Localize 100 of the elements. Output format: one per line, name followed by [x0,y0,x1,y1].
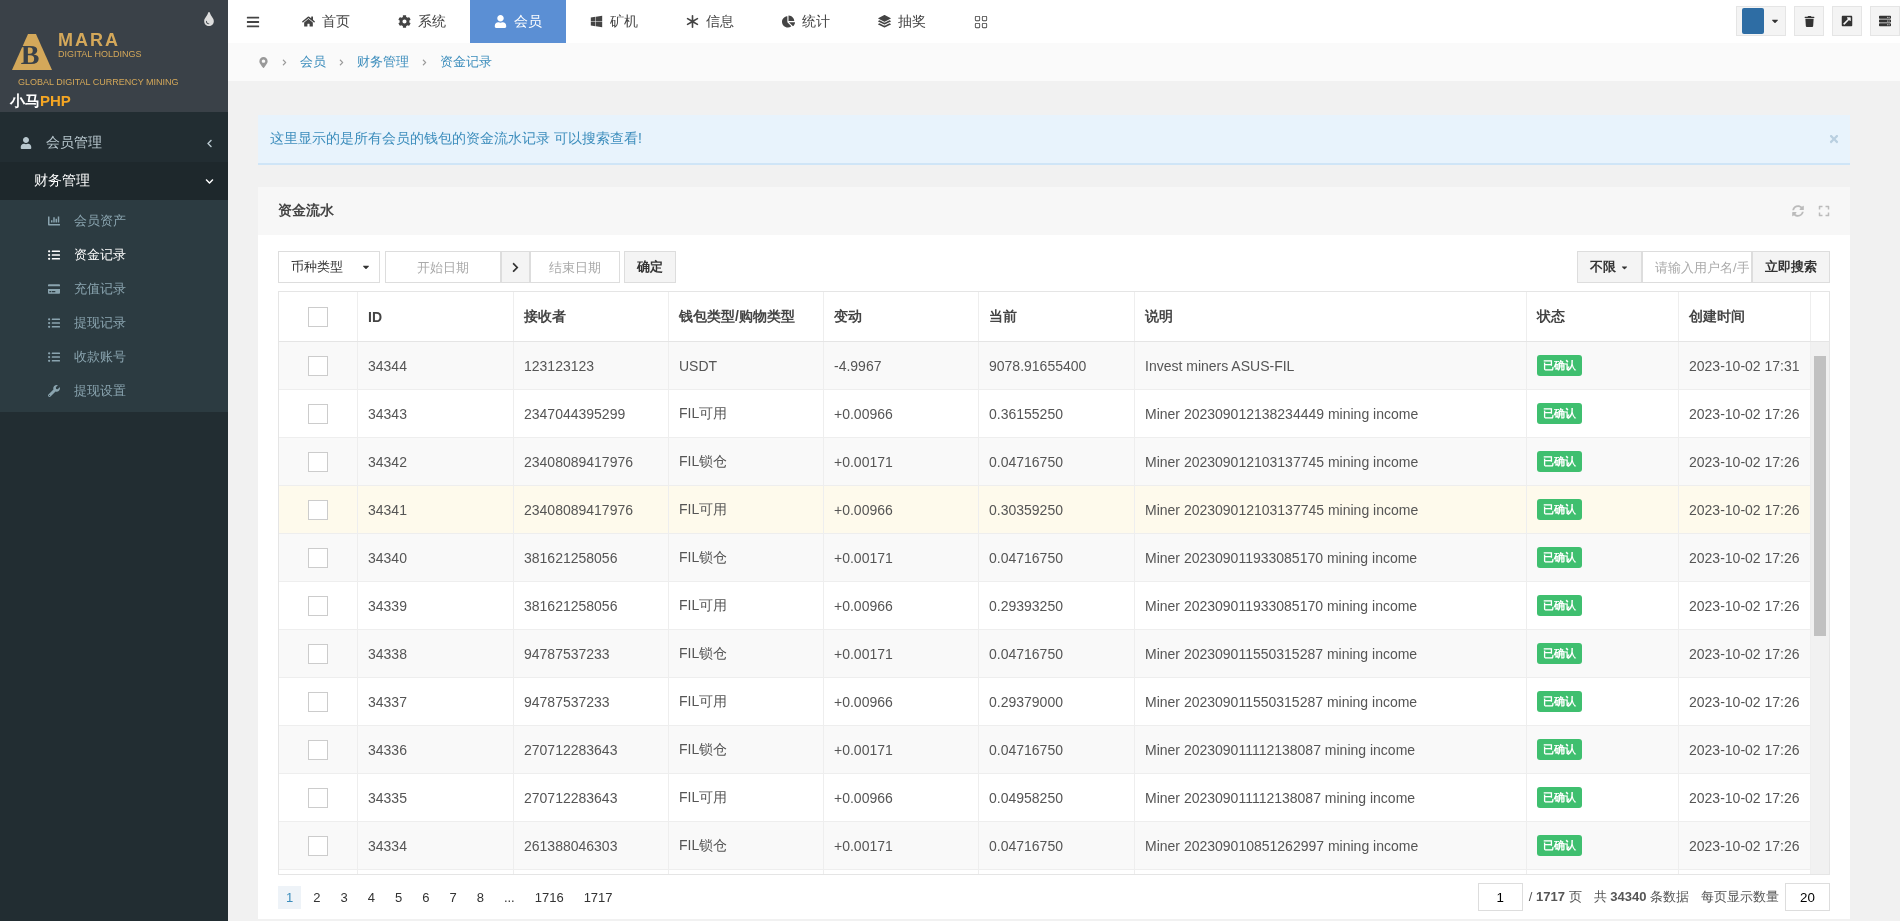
row-checkbox[interactable] [308,739,328,760]
sidebar-submenu-item[interactable]: 提现记录 [0,306,228,340]
close-icon[interactable] [1828,133,1840,145]
page-size-field[interactable]: 20 [1785,883,1830,911]
row-checkbox[interactable] [308,451,328,472]
table-cell: 0.04716750 [979,534,1135,581]
page-link[interactable]: ... [495,885,523,909]
table-cell: Miner 202309012138234449 mining income [1135,390,1527,437]
user-icon [494,15,507,28]
row-checkbox[interactable] [308,595,328,616]
nav-tab[interactable]: 信息 [662,0,758,43]
breadcrumb-link[interactable]: 财务管理 [357,53,409,71]
column-header: 钱包类型/购物类型 [669,292,824,341]
row-checkbox[interactable] [308,355,328,376]
table-cell: Miner 202309011550315287 mining income [1135,630,1527,677]
table-cell: -4.9967 [824,342,979,389]
table-cell: 0.04716750 [979,438,1135,485]
table-cell: +0.00966 [824,774,979,821]
total-records-text: 共 34340 条数据 [1593,888,1689,906]
table-cell: 0.30359250 [979,486,1135,533]
column-header: 说明 [1135,292,1527,341]
page-link[interactable]: 3 [332,885,356,909]
nav-tab[interactable]: 矿机 [566,0,662,43]
table-cell: 270712283643 [514,774,669,821]
table-cell: 0.04958250 [979,774,1135,821]
chevron-icon [281,58,288,66]
page-size-label: 每页显示数量 [1701,888,1779,906]
table-cell: +0.00966 [824,486,979,533]
scope-dropdown[interactable]: 不限 [1577,251,1642,283]
delete-icon[interactable] [1794,6,1824,36]
refresh-icon[interactable] [1792,205,1804,217]
row-checkbox[interactable] [308,499,328,520]
page-link[interactable]: 4 [359,885,383,909]
table-cell: 34335 [358,774,514,821]
status-badge: 已确认 [1537,643,1582,664]
sidebar-submenu-item[interactable]: 充值记录 [0,272,228,306]
breadcrumb-link[interactable]: 会员 [300,53,326,71]
select-all-checkbox[interactable] [308,306,328,327]
sidebar-submenu-item[interactable]: 提现设置 [0,374,228,408]
column-header: 当前 [979,292,1135,341]
table-cell: +0.00171 [824,438,979,485]
list-icon [48,249,60,261]
gear-icon [398,15,411,28]
row-checkbox[interactable] [308,547,328,568]
row-checkbox[interactable] [308,835,328,856]
confirm-button[interactable]: 确定 [624,251,676,283]
page-link[interactable]: 6 [414,885,438,909]
theme-toggle-icon[interactable] [202,12,216,26]
end-date-field[interactable]: 结束日期 [530,251,620,283]
page-link[interactable]: 8 [468,885,492,909]
table-cell: 381621258056 [514,582,669,629]
sidebar-submenu-item[interactable]: 收款账号 [0,340,228,374]
table-cell: 9078.91655400 [979,342,1135,389]
nav-tab[interactable]: 抽奖 [854,0,950,43]
start-date-field[interactable]: 开始日期 [385,251,501,283]
column-header: 创建时间 [1679,292,1811,341]
page-link[interactable]: 1717 [575,885,621,909]
table-cell: 270712283643 [514,726,669,773]
table-cell: +0.00966 [824,582,979,629]
table-cell: Miner 202309011112138087 mining income [1135,726,1527,773]
table-cell: Invest miners ASUS-FIL [1135,342,1527,389]
page-link[interactable]: 5 [386,885,411,909]
sidebar-menu-item[interactable]: 会员管理 [0,124,228,162]
table-cell: FIL锁仓 [669,630,824,677]
table-cell: 94787537233 [514,678,669,725]
table-cell: 34344 [358,342,514,389]
table-cell: FIL可用 [669,774,824,821]
chevron-icon [338,58,345,66]
currency-select[interactable]: 币种类型 [278,251,380,283]
page-link[interactable]: 2 [305,885,329,909]
product-name: 小马PHP [10,92,71,111]
page-link[interactable]: 7 [441,885,465,909]
avatar-menu[interactable] [1736,6,1786,36]
table-cell: FIL可用 [669,390,824,437]
stack-icon [878,15,891,28]
nav-tab[interactable]: 统计 [758,0,854,43]
server-icon[interactable] [1870,6,1900,36]
page-link[interactable]: 1716 [526,885,572,909]
nav-tab[interactable]: 系统 [374,0,470,43]
table-cell: USDT [669,342,824,389]
fullscreen-icon[interactable] [1818,205,1830,217]
nav-tab[interactable]: 首页 [278,0,374,43]
breadcrumb-link[interactable]: 资金记录 [440,53,492,71]
list-icon [48,351,60,363]
external-link-icon[interactable] [1832,6,1862,36]
table-cell: 0.04716750 [979,630,1135,677]
row-checkbox[interactable] [308,787,328,808]
row-checkbox[interactable] [308,691,328,712]
search-button[interactable]: 立即搜索 [1752,251,1830,283]
table-cell: +0.00966 [824,390,979,437]
sidebar-submenu-item[interactable]: 资金记录 [0,238,228,272]
sidebar-menu-item[interactable]: 财务管理 [0,162,228,200]
table-cell: 34339 [358,582,514,629]
search-field[interactable]: 请输入用户名/手 [1642,251,1752,283]
row-checkbox[interactable] [308,403,328,424]
sidebar-submenu-item[interactable]: 会员资产 [0,204,228,238]
table-cell: +0.00171 [824,534,979,581]
row-checkbox[interactable] [308,643,328,664]
table-cell: 0.04716750 [979,822,1135,869]
page-number-field[interactable]: 1 [1477,883,1523,911]
